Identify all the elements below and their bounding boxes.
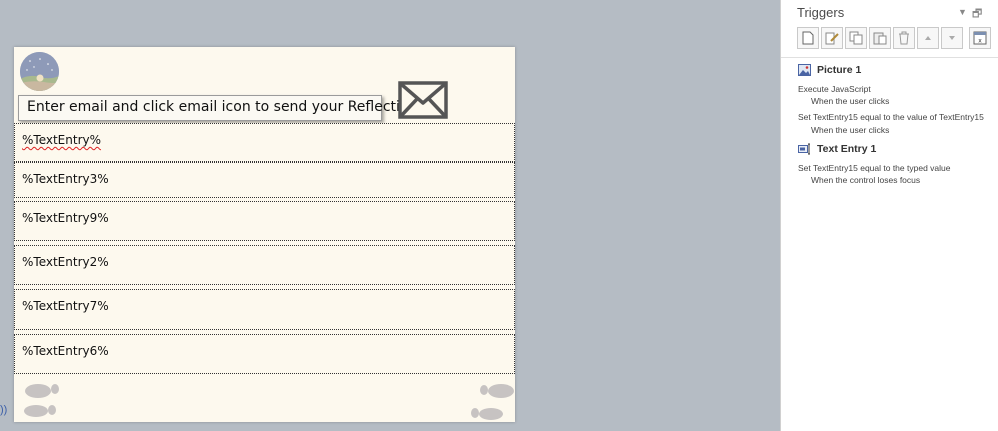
envelope-icon [398, 81, 448, 119]
text-entry-label: %TextEntry% [22, 133, 102, 147]
night-scene-icon [20, 52, 59, 91]
text-entry-box[interactable]: %TextEntry% [14, 123, 515, 162]
text-entry-label: %TextEntry9% [22, 211, 109, 225]
move-up-icon [925, 36, 931, 40]
triggers-panel: Triggers ▼ 🗗 x Picture 1 Execute JavaScr… [780, 0, 998, 431]
edit-trigger-icon [825, 32, 839, 45]
variables-button[interactable]: x [969, 27, 991, 49]
copy-trigger-button[interactable] [845, 27, 867, 49]
copy-trigger-icon [849, 31, 863, 45]
text-entry-label: %TextEntry3% [22, 172, 109, 186]
avatar [20, 52, 59, 91]
trigger-action[interactable]: Execute JavaScript [798, 84, 871, 94]
trigger-condition: When the user clicks [811, 125, 890, 135]
audio-marker-icon: )) [0, 404, 8, 416]
email-prompt-text: Enter email and click email icon to send… [27, 99, 430, 115]
panel-divider [781, 57, 998, 58]
panel-title: Triggers [797, 5, 845, 20]
panel-restore-icon[interactable]: 🗗 [972, 5, 982, 24]
new-trigger-button[interactable] [797, 27, 819, 49]
slide-canvas: Enter email and click email icon to send… [14, 47, 515, 422]
delete-trigger-button[interactable] [893, 27, 915, 49]
text-entry-box[interactable]: %TextEntry2% [14, 245, 515, 285]
text-entry-box[interactable]: %TextEntry3% [14, 162, 515, 198]
text-entry-label: %TextEntry7% [22, 299, 109, 313]
email-prompt-field[interactable]: Enter email and click email icon to send… [18, 95, 429, 121]
move-up-button[interactable] [917, 27, 939, 49]
text-entry-box[interactable]: %TextEntry9% [14, 201, 515, 241]
trigger-condition: When the control loses focus [811, 175, 921, 185]
paste-trigger-button[interactable] [869, 27, 891, 49]
picture-icon [798, 64, 811, 76]
text-entry-box[interactable]: %TextEntry7% [14, 289, 515, 330]
new-trigger-icon [802, 31, 814, 45]
svg-text:x: x [978, 38, 982, 45]
text-entry-label: %TextEntry2% [22, 255, 109, 269]
paste-trigger-icon [873, 32, 887, 45]
move-down-icon [949, 36, 955, 40]
edit-trigger-button[interactable] [821, 27, 843, 49]
trigger-condition: When the user clicks [811, 96, 890, 106]
trigger-object-label: Text Entry 1 [817, 143, 877, 155]
footprints-right-icon [471, 384, 514, 420]
text-entry-box[interactable]: %TextEntry6% [14, 334, 515, 374]
move-down-button[interactable] [941, 27, 963, 49]
trigger-action[interactable]: Set TextEntry15 equal to the value of Te… [798, 112, 984, 122]
panel-dropdown-icon[interactable]: ▼ [958, 7, 967, 17]
footprints-left-icon [24, 384, 59, 417]
text-entry-icon [798, 143, 810, 155]
trigger-object-label: Picture 1 [817, 64, 862, 76]
delete-trigger-icon [899, 31, 909, 45]
trigger-action[interactable]: Set TextEntry15 equal to the typed value [798, 163, 950, 173]
email-send-button[interactable] [398, 81, 448, 119]
text-entry-label: %TextEntry6% [22, 344, 109, 358]
variables-icon: x [973, 31, 987, 45]
